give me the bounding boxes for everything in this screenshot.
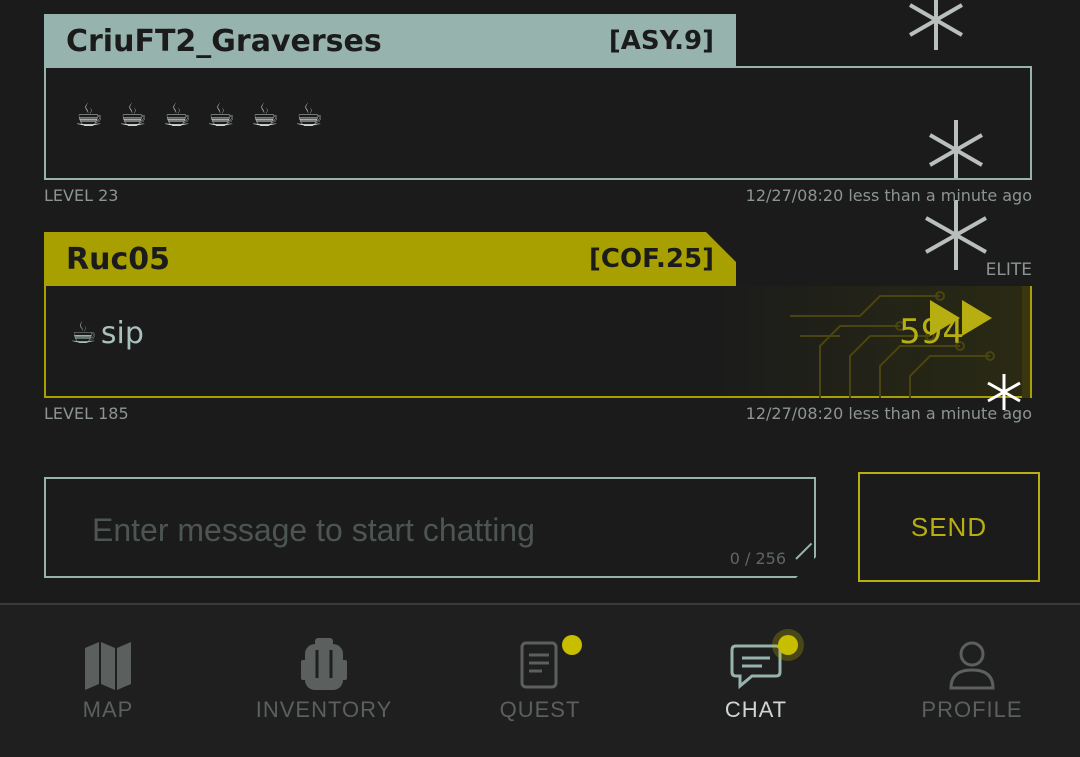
- nav-label: INVENTORY: [255, 697, 393, 722]
- nav-item-map[interactable]: MAP: [0, 605, 216, 757]
- nav-label: MAP: [82, 697, 134, 722]
- nav-item-inventory[interactable]: INVENTORY: [216, 605, 432, 757]
- user-tag: [ASY.9]: [608, 26, 714, 56]
- nav-label: QUEST: [499, 697, 581, 722]
- notification-dot: [778, 635, 798, 655]
- message-timestamp: 12/27/08:20 less than a minute ago: [745, 186, 1032, 205]
- nav-item-profile[interactable]: PROFILE: [864, 605, 1080, 757]
- nav-label: PROFILE: [921, 697, 1023, 722]
- coffee-emoji: ☕: [206, 96, 236, 134]
- elite-badge: ELITE: [985, 260, 1032, 280]
- chat-message: Ruc05 [COF.25] ELITE ☕ sip 594 LEVEL 185…: [44, 232, 1032, 432]
- user-level: LEVEL 185: [44, 404, 129, 423]
- nav-label: CHAT: [724, 697, 788, 722]
- message-body: ☕ ☕ ☕ ☕ ☕ ☕: [44, 66, 1032, 180]
- nav-item-chat[interactable]: CHAT: [648, 605, 864, 757]
- person-icon: [942, 635, 1002, 695]
- map-icon: [78, 635, 138, 695]
- chat-icon: [726, 635, 786, 695]
- message-content: sip: [100, 316, 144, 351]
- user-level: LEVEL 23: [44, 186, 119, 205]
- coffee-emoji: ☕: [70, 316, 97, 351]
- backpack-icon: [294, 635, 354, 695]
- message-header: CriuFT2_Graverses [ASY.9]: [44, 14, 736, 68]
- message-input[interactable]: [90, 511, 714, 549]
- message-meta: LEVEL 185 12/27/08:20 less than a minute…: [44, 404, 1032, 423]
- message-body: ☕ sip: [44, 286, 1032, 398]
- user-tag: [COF.25]: [589, 244, 714, 274]
- nav-item-quest[interactable]: QUEST: [432, 605, 648, 757]
- message-composer: 0 / 256: [44, 477, 816, 578]
- message-header: Ruc05 [COF.25]: [44, 232, 736, 286]
- username[interactable]: Ruc05: [66, 242, 170, 277]
- message-timestamp: 12/27/08:20 less than a minute ago: [745, 404, 1032, 423]
- score-value: 594: [899, 312, 964, 352]
- username[interactable]: CriuFT2_Graverses: [66, 24, 382, 59]
- bottom-navigation: MAP INVENTORY QUEST CHAT PROFILE: [0, 605, 1080, 757]
- character-counter: 0 / 256: [729, 549, 786, 568]
- coffee-emoji: ☕: [118, 96, 148, 134]
- notification-dot: [562, 635, 582, 655]
- coffee-emoji: ☕: [162, 96, 192, 134]
- message-meta: LEVEL 23 12/27/08:20 less than a minute …: [44, 186, 1032, 205]
- chat-message: CriuFT2_Graverses [ASY.9] ☕ ☕ ☕ ☕ ☕ ☕ LE…: [44, 14, 1032, 214]
- document-icon: [510, 635, 570, 695]
- coffee-emoji: ☕: [294, 96, 324, 134]
- message-emoji-row: ☕ ☕ ☕ ☕ ☕ ☕: [70, 96, 328, 134]
- message-text: ☕ sip: [70, 316, 144, 351]
- coffee-emoji: ☕: [74, 96, 104, 134]
- coffee-emoji: ☕: [250, 96, 280, 134]
- send-button[interactable]: SEND: [858, 472, 1040, 582]
